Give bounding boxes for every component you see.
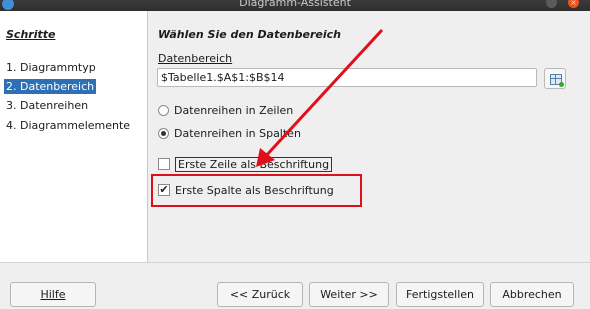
cancel-button[interactable]: Abbrechen (490, 282, 574, 307)
option-series-in-columns[interactable]: Datenreihen in Spalten (158, 124, 301, 142)
title-bar: Diagramm-Assistent × (0, 0, 590, 11)
step-diagrammtyp[interactable]: 1. Diagrammtyp (4, 60, 98, 75)
help-button[interactable]: Hilfe (10, 282, 96, 307)
steps-panel: Schritte 1. Diagrammtyp 2. Datenbereich … (0, 11, 148, 262)
label-series-in-rows: Datenreihen in Zeilen (174, 103, 294, 117)
step-datenbereich[interactable]: 2. Datenbereich (4, 79, 97, 94)
radio-series-in-rows[interactable] (158, 104, 169, 116)
option-first-row-label[interactable]: Erste Zeile als Beschriftung (158, 155, 333, 173)
option-series-in-rows[interactable]: Datenreihen in Zeilen (158, 101, 293, 119)
steps-heading: Schritte (6, 28, 56, 41)
back-button[interactable]: << Zurück (217, 282, 303, 307)
annotation-highlight-box (151, 174, 362, 207)
checkbox-first-row-label[interactable] (158, 158, 170, 170)
data-range-label: Datenbereich (158, 52, 233, 65)
step-datenreihen[interactable]: 3. Datenreihen (4, 98, 90, 113)
finish-button[interactable]: Fertigstellen (396, 282, 484, 307)
radio-series-in-columns[interactable] (158, 127, 169, 139)
next-button[interactable]: Weiter >> (309, 282, 389, 307)
label-first-row-label: Erste Zeile als Beschriftung (175, 156, 333, 172)
window-title: Diagramm-Assistent (239, 0, 351, 9)
label-series-in-columns: Datenreihen in Spalten (174, 126, 301, 140)
select-range-icon (550, 74, 564, 87)
section-title: Wählen Sie den Datenbereich (158, 28, 341, 41)
data-range-panel: Wählen Sie den Datenbereich Datenbereich… (148, 11, 590, 262)
button-bar: Hilfe << Zurück Weiter >> Fertigstellen … (0, 262, 590, 309)
step-diagrammelemente[interactable]: 4. Diagrammelemente (4, 118, 132, 133)
data-range-input[interactable] (157, 68, 537, 87)
select-range-button[interactable] (544, 68, 566, 89)
